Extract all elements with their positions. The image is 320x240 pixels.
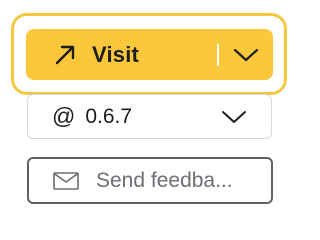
version-at-symbol: @ [52,103,76,129]
visit-split-button: Visit [26,29,273,80]
visit-dropdown-button[interactable] [233,29,273,80]
chevron-down-icon [222,110,246,123]
send-feedback-button[interactable]: Send feedba... [27,157,273,204]
split-divider [217,43,219,66]
mail-icon [53,171,79,190]
chevron-down-icon [233,48,259,61]
version-select[interactable]: @ 0.6.7 [27,94,272,139]
package-actions-panel: Visit @ 0.6.7 Send feedba... [0,0,308,240]
arrow-up-right-icon [55,45,75,64]
visit-button-label: Visit [92,41,140,67]
visit-button[interactable]: Visit [26,29,217,80]
send-feedback-label: Send feedba... [96,168,233,192]
version-value: 0.6.7 [85,104,133,128]
